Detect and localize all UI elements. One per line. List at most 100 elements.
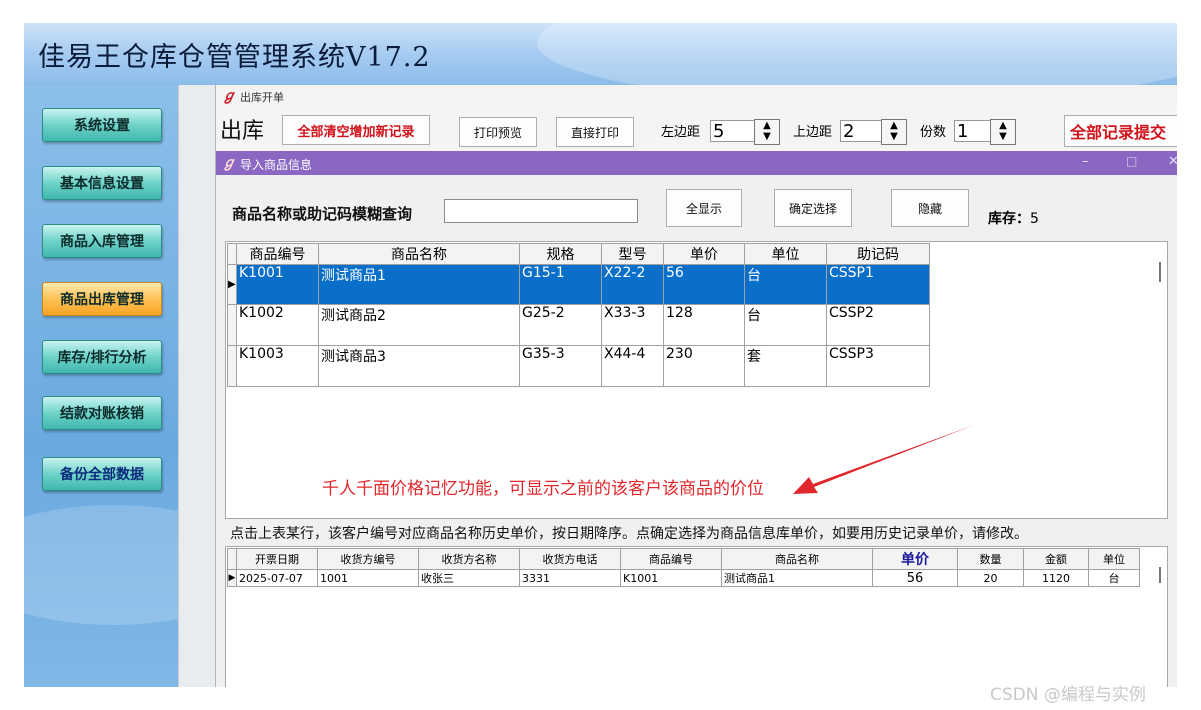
- cell[interactable]: 1001: [317, 569, 419, 587]
- clear-new-record-button[interactable]: 全部清空增加新记录: [282, 115, 430, 145]
- col-header-amount[interactable]: 金额: [1023, 548, 1089, 570]
- cell[interactable]: K1002: [236, 304, 319, 346]
- main-window: 佳易王仓库仓管管理系统V17.2 系统设置 基本信息设置 商品入库管理 商品出库…: [24, 23, 1177, 687]
- cell[interactable]: 56: [663, 264, 745, 305]
- table-row[interactable]: K1003 测试商品3 G35-3 X44-4 230 套 CSSP3: [227, 345, 930, 387]
- col-header-model[interactable]: 型号: [601, 243, 664, 265]
- cell[interactable]: 128: [663, 304, 745, 346]
- cell[interactable]: CSSP2: [826, 304, 930, 346]
- hide-button[interactable]: 隐藏: [891, 189, 969, 227]
- col-header-name[interactable]: 商品名称: [318, 243, 520, 265]
- col-header-quantity[interactable]: 数量: [957, 548, 1024, 570]
- history-scrollbar[interactable]: [1159, 567, 1161, 583]
- cell[interactable]: 20: [957, 569, 1024, 587]
- cell[interactable]: 台: [744, 304, 827, 346]
- col-header-receiver-code[interactable]: 收货方编号: [317, 548, 419, 570]
- row-header-corner: [227, 548, 237, 570]
- cell[interactable]: CSSP3: [826, 345, 930, 387]
- sidebar-item-settlement[interactable]: 结款对账核销: [42, 396, 162, 430]
- cell[interactable]: K1003: [236, 345, 319, 387]
- table-row[interactable]: ▶ K1001 测试商品1 G15-1 X22-2 56 台 CSSP1: [227, 264, 930, 305]
- goods-table: 商品编号 商品名称 规格 型号 单价 单位 助记码 ▶ K1001 测试商品1 …: [227, 243, 930, 387]
- cell[interactable]: 台: [1088, 569, 1140, 587]
- minimize-icon[interactable]: –: [1082, 154, 1089, 169]
- show-all-button[interactable]: 全显示: [666, 189, 742, 227]
- top-margin-spinner[interactable]: ▲ ▼: [881, 119, 907, 145]
- sidebar-item-stock-ranking[interactable]: 库存/排行分析: [42, 340, 162, 374]
- import-goods-dialog: ℊ 导入商品信息 – □ ✕ 商品名称或助记码模糊查询 全显示 确定选择 隐藏 …: [216, 151, 1177, 687]
- cell[interactable]: 2025-07-07: [236, 569, 318, 587]
- stock-value: 5: [1030, 211, 1039, 227]
- row-header: [227, 304, 237, 346]
- top-margin-input[interactable]: 2: [840, 120, 886, 142]
- table-row[interactable]: K1002 测试商品2 G25-2 X33-3 128 台 CSSP2: [227, 304, 930, 346]
- cell[interactable]: G25-2: [519, 304, 602, 346]
- sidebar-item-backup[interactable]: 备份全部数据: [42, 457, 162, 491]
- confirm-select-button[interactable]: 确定选择: [774, 189, 852, 227]
- search-input[interactable]: [444, 199, 638, 223]
- outbound-heading: 出库: [220, 119, 265, 144]
- cell[interactable]: G15-1: [519, 264, 602, 305]
- copies-spinner[interactable]: ▲ ▼: [990, 119, 1016, 145]
- cell[interactable]: CSSP1: [826, 264, 930, 305]
- top-margin-label: 上边距: [793, 125, 833, 140]
- maximize-icon[interactable]: □: [1126, 154, 1137, 168]
- col-header-mnemonic[interactable]: 助记码: [826, 243, 930, 265]
- left-margin-spinner[interactable]: ▲ ▼: [754, 119, 780, 145]
- price-memory-annotation: 千人千面价格记忆功能，可显示之前的该客户该商品的价位: [322, 479, 764, 499]
- cell[interactable]: 测试商品2: [318, 304, 520, 346]
- col-header-goods-name[interactable]: 商品名称: [721, 548, 873, 570]
- cell[interactable]: 测试商品1: [318, 264, 520, 305]
- cell[interactable]: 56: [872, 569, 958, 587]
- cell[interactable]: 套: [744, 345, 827, 387]
- submit-all-records-button[interactable]: 全部记录提交: [1064, 115, 1177, 147]
- col-header-unit[interactable]: 单位: [1088, 548, 1140, 570]
- cell[interactable]: 3331: [519, 569, 621, 587]
- stock-readout: 库存：5: [988, 208, 1039, 228]
- col-header-code[interactable]: 商品编号: [236, 243, 319, 265]
- col-header-unit[interactable]: 单位: [744, 243, 827, 265]
- outbound-window-title: 出库开单: [240, 91, 284, 104]
- sidebar-gutter: [178, 85, 216, 687]
- cell[interactable]: G35-3: [519, 345, 602, 387]
- cell[interactable]: X44-4: [601, 345, 664, 387]
- row-header-corner: [227, 243, 237, 265]
- sidebar-item-system-settings[interactable]: 系统设置: [42, 108, 162, 142]
- cell[interactable]: X22-2: [601, 264, 664, 305]
- sidebar-item-outbound[interactable]: 商品出库管理: [42, 282, 162, 316]
- left-margin-label: 左边距: [661, 125, 701, 140]
- goods-scrollbar[interactable]: [1159, 262, 1161, 282]
- col-header-unit-price[interactable]: 单价: [872, 548, 958, 570]
- history-hint-text: 点击上表某行，该客户编号对应商品名称历史单价，按日期降序。点确定选择为商品信息库…: [230, 526, 1028, 542]
- cell[interactable]: 测试商品1: [721, 569, 873, 587]
- sidebar-item-basic-info[interactable]: 基本信息设置: [42, 166, 162, 200]
- search-label: 商品名称或助记码模糊查询: [232, 205, 413, 223]
- cell[interactable]: X33-3: [601, 304, 664, 346]
- direct-print-button[interactable]: 直接打印: [556, 117, 634, 147]
- left-margin-input[interactable]: 5: [710, 120, 756, 142]
- cell[interactable]: K1001: [620, 569, 722, 587]
- mdi-area: ℊ 出库开单 出库 全部清空增加新记录 打印预览 直接打印 左边距 5 ▲ ▼ 上…: [215, 85, 1177, 687]
- col-header-invoice-date[interactable]: 开票日期: [236, 548, 318, 570]
- close-icon[interactable]: ✕: [1168, 154, 1177, 169]
- cell[interactable]: 测试商品3: [318, 345, 520, 387]
- cell[interactable]: 台: [744, 264, 827, 305]
- annotation-arrow-icon: [793, 425, 974, 494]
- col-header-spec[interactable]: 规格: [519, 243, 602, 265]
- watermark: CSDN @编程与实例: [990, 685, 1146, 705]
- print-preview-button[interactable]: 打印预览: [459, 117, 537, 147]
- import-dialog-titlebar: ℊ 导入商品信息 – □ ✕: [216, 151, 1177, 175]
- col-header-goods-code[interactable]: 商品编号: [620, 548, 722, 570]
- cell[interactable]: 1120: [1023, 569, 1089, 587]
- col-header-receiver-name[interactable]: 收货方名称: [418, 548, 520, 570]
- col-header-receiver-phone[interactable]: 收货方电话: [519, 548, 621, 570]
- history-header-row: 开票日期 收货方编号 收货方名称 收货方电话 商品编号 商品名称 单价 数量 金…: [227, 548, 1140, 570]
- cell[interactable]: 230: [663, 345, 745, 387]
- outbound-window-titlebar: ℊ 出库开单: [216, 85, 1177, 107]
- row-header: [227, 345, 237, 387]
- cell[interactable]: K1001: [236, 264, 319, 305]
- cell[interactable]: 收张三: [418, 569, 520, 587]
- sidebar-item-inbound[interactable]: 商品入库管理: [42, 224, 162, 258]
- table-row[interactable]: ▶ 2025-07-07 1001 收张三 3331 K1001 测试商品1 5…: [227, 569, 1140, 587]
- col-header-price[interactable]: 单价: [663, 243, 745, 265]
